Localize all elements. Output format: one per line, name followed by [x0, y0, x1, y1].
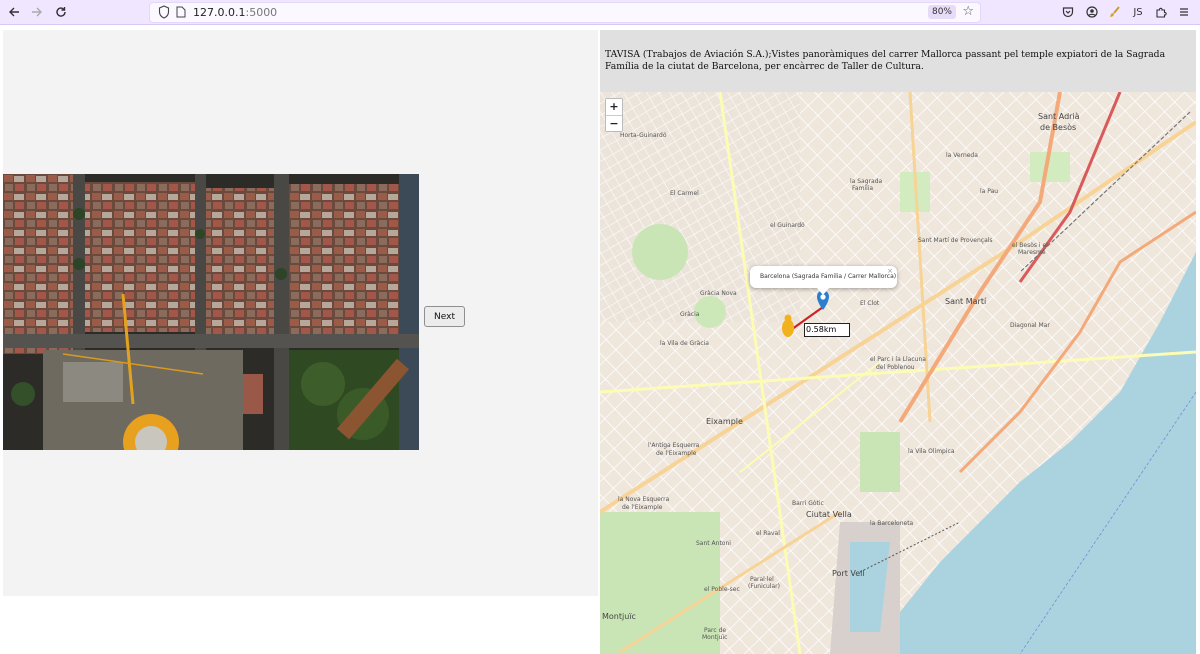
- page-icon[interactable]: [176, 6, 186, 18]
- map-label: de Besòs: [1040, 123, 1077, 132]
- map-label: Gràcia: [680, 311, 700, 318]
- popup-close-icon[interactable]: ×: [887, 267, 893, 275]
- map-label: del Poblenou: [876, 364, 915, 371]
- map-label: Paral·lel: [750, 576, 774, 583]
- zoom-level-badge[interactable]: 80%: [927, 5, 956, 19]
- reload-icon[interactable]: [52, 3, 70, 21]
- distance-label: 0.58km: [804, 323, 850, 337]
- address-bar[interactable]: 127.0.0.1:5000 80% ☆: [149, 2, 981, 23]
- popup-tip: [817, 288, 829, 295]
- map-label: Sant Antoni: [696, 540, 731, 547]
- map-label: el Raval: [756, 530, 780, 537]
- bookmark-star-icon[interactable]: ☆: [962, 4, 974, 20]
- photo-caption: TAVISA (Trabajos de Aviación S.A.);Viste…: [605, 49, 1166, 72]
- paintbrush-icon[interactable]: [1107, 4, 1123, 20]
- caption-panel: TAVISA (Trabajos de Aviación S.A.);Viste…: [600, 30, 1196, 92]
- map-label: la Pau: [980, 188, 999, 195]
- url-host: 127.0.0.1: [193, 6, 246, 19]
- back-arrow-icon[interactable]: [5, 3, 23, 21]
- map-popup: Barcelona (Sagrada Familia / Carrer Mall…: [750, 266, 897, 295]
- map-label: el Poble-sec: [704, 586, 740, 593]
- map-label: el Besòs i el: [1012, 242, 1048, 249]
- map-view[interactable]: Horta-Guinardó Sant Adrià de Besòs la Sa…: [600, 92, 1196, 654]
- map-label: la Vila Olímpica: [908, 448, 955, 455]
- map-label: Ciutat Vella: [806, 510, 852, 519]
- map-label: Família: [852, 185, 874, 192]
- map-tiles: [600, 92, 1196, 654]
- map-label: El Clot: [860, 300, 880, 307]
- map-label: Montjuïc: [702, 634, 728, 641]
- map-label: la Vila de Gràcia: [660, 340, 709, 347]
- map-label: El Carmel: [670, 190, 699, 197]
- map-label: el Guinardó: [770, 222, 805, 229]
- map-label: Sant Adrià: [1038, 112, 1080, 121]
- url-port: :5000: [245, 6, 278, 19]
- map-label: Maresme: [1018, 249, 1046, 256]
- map-label: de l'Eixample: [622, 504, 663, 511]
- zoom-in-button[interactable]: +: [606, 99, 622, 115]
- map-label: Eixample: [706, 417, 743, 426]
- account-icon[interactable]: [1084, 4, 1100, 20]
- map-label: Barri Gòtic: [792, 500, 824, 507]
- map-label: Parc de: [704, 627, 727, 634]
- map-label: Gràcia Nova: [700, 290, 737, 297]
- map-label: la Nova Esquerra: [618, 496, 670, 503]
- js-extension-icon[interactable]: JS: [1130, 4, 1146, 20]
- map-label: la Barceloneta: [870, 520, 914, 527]
- map-label: la Verneda: [946, 152, 978, 159]
- map-label: Sant Martí de Provençals: [918, 237, 993, 244]
- map-label: Sant Martí: [945, 297, 987, 306]
- map-label: Montjuïc: [602, 612, 636, 621]
- popup-text: Barcelona (Sagrada Familia / Carrer Mall…: [760, 273, 897, 280]
- map-label: el Parc i la Llacuna: [870, 356, 926, 363]
- forward-arrow-icon[interactable]: [28, 3, 46, 21]
- zoom-out-button[interactable]: −: [606, 115, 622, 131]
- map-zoom-control: + −: [605, 98, 623, 132]
- map-label: de l'Eixample: [656, 450, 697, 457]
- map-label: (Funicular): [748, 583, 780, 590]
- aerial-photo: [3, 174, 419, 450]
- map-label: la Sagrada: [850, 178, 883, 185]
- map-label: Diagonal Mar: [1010, 322, 1050, 329]
- pocket-icon[interactable]: [1060, 4, 1076, 20]
- extensions-puzzle-icon[interactable]: [1153, 4, 1169, 20]
- shield-icon[interactable]: [158, 5, 170, 19]
- map-label: Port Vell: [832, 569, 865, 578]
- map-label: Horta-Guinardó: [620, 132, 667, 139]
- map-label: l'Antiga Esquerra: [648, 442, 700, 449]
- menu-icon[interactable]: [1176, 4, 1192, 20]
- url-text: 127.0.0.1:5000: [193, 5, 277, 20]
- next-button[interactable]: Next: [424, 306, 465, 327]
- browser-toolbar: 127.0.0.1:5000 80% ☆ JS: [0, 0, 1200, 25]
